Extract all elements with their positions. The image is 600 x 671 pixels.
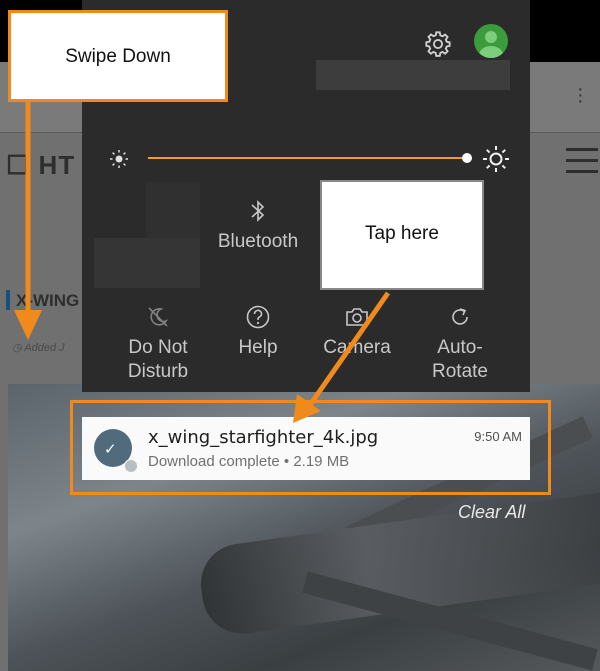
callout-text: Swipe Down: [65, 46, 171, 67]
screen: · · · ☐ HT X-WING S ◷ Added J Bluetooth …: [0, 0, 600, 671]
callout-text: Tap here: [365, 223, 439, 244]
tap-here-callout: Tap here: [320, 180, 484, 290]
swipe-down-callout: Swipe Down: [8, 10, 228, 102]
tap-arrow-line: [307, 291, 391, 407]
swipe-arrow-head: [14, 310, 42, 340]
